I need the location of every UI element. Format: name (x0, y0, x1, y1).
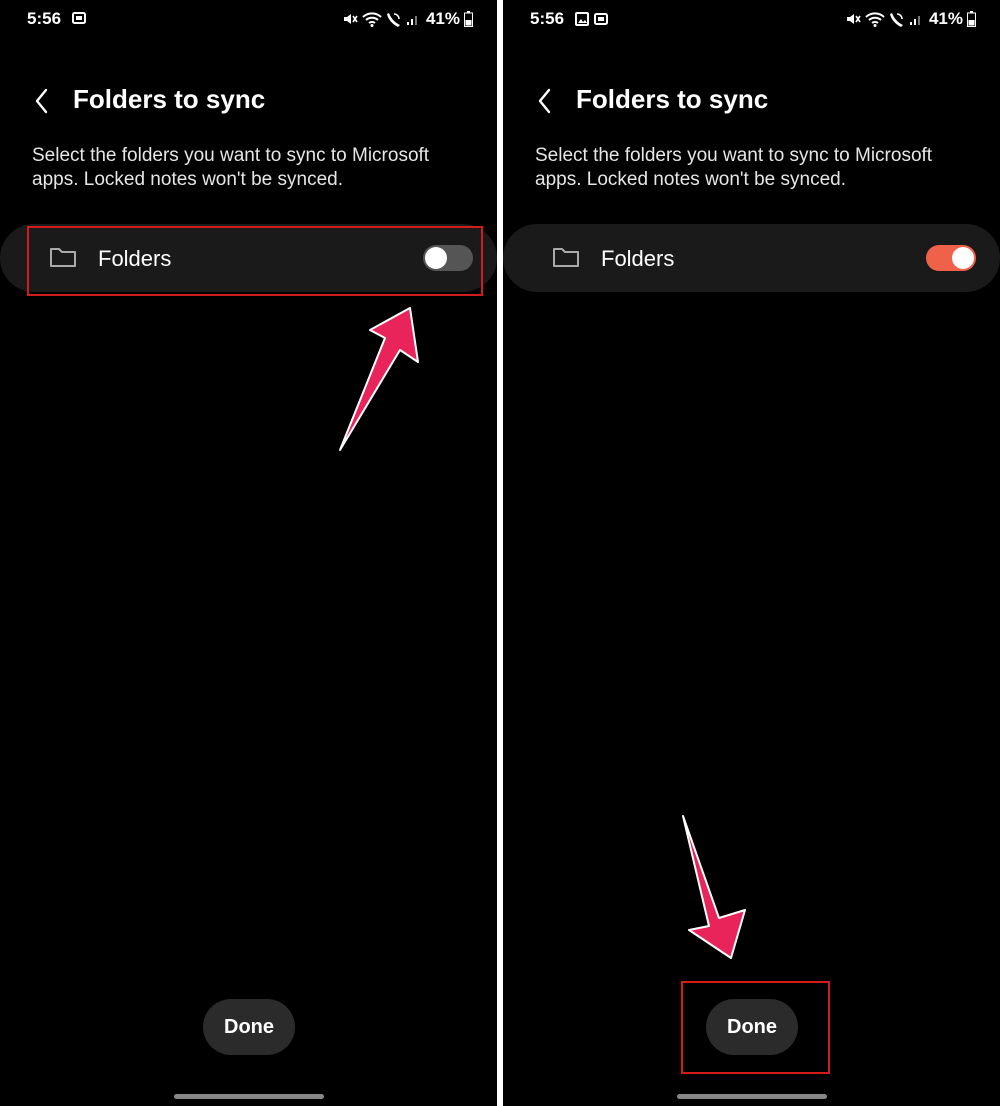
status-bar: 5:56 41% (0, 0, 497, 38)
battery-percent: 41% (425, 9, 460, 28)
image-icon (575, 12, 589, 26)
battery-percent: 41% (928, 9, 963, 28)
description-text: Select the folders you want to sync to M… (535, 145, 933, 190)
status-bar: 5:56 41% (503, 0, 1000, 38)
folders-label: Folders (601, 246, 675, 271)
video-icon (72, 12, 86, 24)
toggle-knob (952, 247, 974, 269)
description-text: Select the folders you want to sync to M… (32, 145, 430, 190)
wifi-icon (865, 12, 885, 27)
signal-icon (406, 16, 417, 25)
page-title: Folders to sync (73, 84, 266, 114)
wifi-calling-icon (386, 13, 400, 27)
mute-icon (846, 14, 861, 24)
highlight-box-done-button (681, 981, 830, 1074)
wifi-calling-icon (889, 13, 903, 27)
status-time: 5:56 (27, 9, 62, 28)
done-button[interactable]: Done (203, 999, 295, 1055)
home-indicator[interactable] (174, 1094, 324, 1099)
folder-icon (553, 248, 579, 267)
status-time: 5:56 (530, 9, 565, 28)
mute-icon (343, 14, 358, 24)
page-title: Folders to sync (576, 84, 769, 114)
back-chevron-icon[interactable] (531, 84, 559, 118)
folders-row[interactable]: Folders (503, 224, 1000, 292)
arrow-pointer-down (682, 815, 746, 959)
arrow-pointer-up (339, 307, 419, 451)
back-chevron-icon[interactable] (28, 84, 56, 118)
home-indicator[interactable] (677, 1094, 827, 1099)
signal-icon (909, 16, 920, 25)
screen-before: 5:56 41% Folders to sync Select the fold… (0, 0, 497, 1106)
highlight-box-folders-row (27, 226, 483, 296)
battery-icon (464, 11, 473, 27)
wifi-icon (362, 12, 382, 27)
video-icon (594, 13, 608, 25)
folders-toggle[interactable] (926, 245, 976, 271)
battery-icon (967, 11, 976, 27)
